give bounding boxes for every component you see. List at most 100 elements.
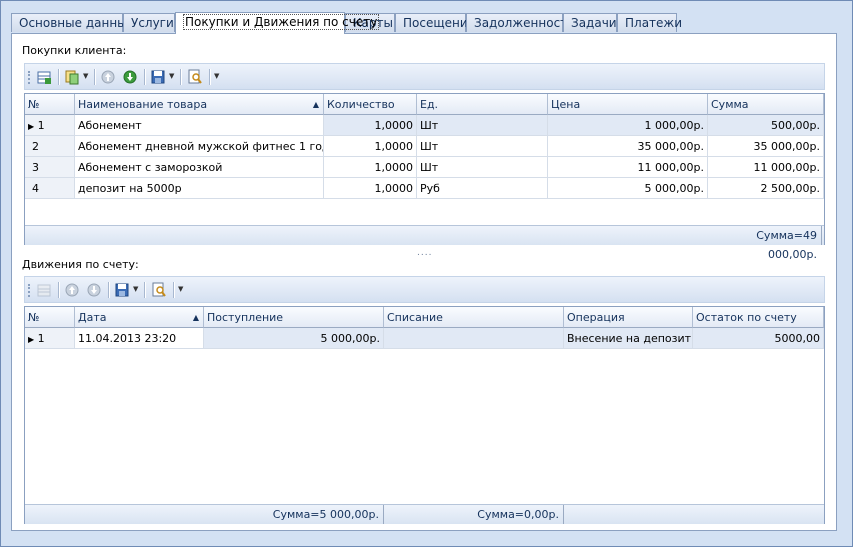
toolbar-grip[interactable] <box>28 284 32 297</box>
arrow-up-icon[interactable] <box>63 281 81 299</box>
cell-name[interactable]: Абонемент с заморозкой <box>75 157 324 178</box>
cell-name[interactable]: Абонемент <box>75 115 324 136</box>
column-header[interactable]: Количество <box>324 94 417 115</box>
tab-label: Покупки и Движения по счету <box>183 14 380 30</box>
tab-tasks[interactable]: Задачи <box>563 13 617 32</box>
table-row[interactable]: 2 Абонемент дневной мужской фитнес 1 год… <box>25 136 824 157</box>
tab-payments[interactable]: Платежи <box>617 13 682 32</box>
column-header[interactable]: № <box>25 94 75 115</box>
save-dropdown-icon[interactable]: ▼ <box>169 72 176 82</box>
cell-price[interactable]: 11 000,00р. <box>548 157 708 178</box>
footer-sum: Сумма=49 000,00р. <box>708 226 822 261</box>
toolbar-separator <box>180 69 182 85</box>
row-number: 3 <box>25 157 75 178</box>
table-row[interactable]: 4 депозит на 5000р 1,0000 Руб 5 000,00р.… <box>25 178 824 199</box>
arrow-down-icon[interactable] <box>85 281 103 299</box>
column-header[interactable]: Цена <box>548 94 708 115</box>
cell-quantity[interactable]: 1,0000 <box>324 157 417 178</box>
cell-income[interactable]: 5 000,00р. <box>204 328 384 349</box>
column-header[interactable]: Операция <box>564 307 693 328</box>
tab-label: Задачи <box>571 16 617 30</box>
tab-label: Основные данные <box>19 16 135 30</box>
column-header[interactable]: Остаток по счету <box>693 307 824 328</box>
tab-page: Покупки клиента: ▼ ▼ ▼ № Наименование то… <box>11 33 837 531</box>
movements-toolbar: ▼ ▼ <box>24 276 825 303</box>
cell-sum[interactable]: 2 500,00р. <box>708 178 824 199</box>
copy-dropdown-icon[interactable]: ▼ <box>83 72 90 82</box>
cell-sum[interactable]: 35 000,00р. <box>708 136 824 157</box>
toolbar-separator <box>144 69 146 85</box>
grid-settings-icon[interactable] <box>35 68 53 86</box>
purchases-grid: № Наименование товара ▲ Количество Ед. Це… <box>24 93 825 261</box>
cell-name[interactable]: депозит на 5000р <box>75 178 324 199</box>
cell-unit[interactable]: Шт <box>417 115 548 136</box>
tab-label: Услуги <box>131 16 174 30</box>
preview-icon[interactable] <box>186 68 204 86</box>
column-header[interactable]: Списание <box>384 307 564 328</box>
cell-unit[interactable]: Шт <box>417 136 548 157</box>
save-icon[interactable] <box>149 68 167 86</box>
cell-writeoff[interactable] <box>384 328 564 349</box>
footer-writeoff-sum: Сумма=0,00р. <box>384 505 564 524</box>
purchases-label: Покупки клиента: <box>22 44 127 57</box>
save-dropdown-icon[interactable]: ▼ <box>133 285 140 295</box>
column-header-date[interactable]: Дата ▲ <box>75 307 204 328</box>
table-row[interactable]: 3 Абонемент с заморозкой 1,0000 Шт 11 00… <box>25 157 824 178</box>
save-icon[interactable] <box>113 281 131 299</box>
arrow-up-icon[interactable] <box>99 68 117 86</box>
toolbar-options-icon[interactable]: ▼ <box>214 72 221 82</box>
row-number-value: 1 <box>37 332 45 345</box>
toolbar-separator <box>108 282 110 298</box>
column-header-name[interactable]: Наименование товара ▲ <box>75 94 324 115</box>
table-row[interactable]: ▶ 1 11.04.2013 23:20 5 000,00р. Внесение… <box>25 328 824 349</box>
cell-sum[interactable]: 11 000,00р. <box>708 157 824 178</box>
cell-price[interactable]: 35 000,00р. <box>548 136 708 157</box>
column-header[interactable]: № <box>25 307 75 328</box>
cell-quantity[interactable]: 1,0000 <box>324 178 417 199</box>
row-number: ▶ 1 <box>25 115 75 136</box>
grid-header-row: № Дата ▲ Поступление Списание Операция Ос… <box>25 307 824 328</box>
grid-settings-icon[interactable] <box>35 281 53 299</box>
movements-grid: № Дата ▲ Поступление Списание Операция Ос… <box>24 306 825 524</box>
toolbar-separator <box>144 282 146 298</box>
tab-purchases-movements[interactable]: Покупки и Движения по счету <box>175 12 380 34</box>
row-number-value: 2 <box>32 140 39 153</box>
row-number-value: 1 <box>37 119 45 132</box>
toolbar-options-icon[interactable]: ▼ <box>178 285 185 295</box>
toolbar-grip[interactable] <box>28 71 32 84</box>
toolbar-separator <box>58 69 60 85</box>
cell-name[interactable]: Абонемент дневной мужской фитнес 1 год +… <box>75 136 324 157</box>
cell-price[interactable]: 5 000,00р. <box>548 178 708 199</box>
toolbar-separator <box>173 282 175 298</box>
column-header-label: Наименование товара <box>78 98 208 111</box>
table-row[interactable]: ▶ 1 Абонемент 1,0000 Шт 1 000,00р. 500,0… <box>25 115 824 136</box>
purchases-toolbar: ▼ ▼ ▼ <box>24 63 825 90</box>
cell-sum[interactable]: 500,00р. <box>708 115 824 136</box>
cell-balance[interactable]: 5000,00 <box>693 328 824 349</box>
tab-visits[interactable]: Посещения <box>395 13 475 32</box>
copy-icon[interactable] <box>63 68 81 86</box>
tab-basic-data[interactable]: Основные данные <box>11 13 134 32</box>
toolbar-separator <box>58 282 60 298</box>
splitter-handle[interactable]: .... <box>417 248 432 258</box>
row-number: 2 <box>25 136 75 157</box>
cell-operation[interactable]: Внесение на депозит <box>564 328 693 349</box>
cell-date[interactable]: 11.04.2013 23:20 <box>75 328 204 349</box>
movements-label: Движения по счету: <box>22 258 139 271</box>
column-header[interactable]: Ед. <box>417 94 548 115</box>
cell-unit[interactable]: Шт <box>417 157 548 178</box>
current-row-icon: ▶ <box>28 122 35 131</box>
column-header[interactable]: Поступление <box>204 307 384 328</box>
preview-icon[interactable] <box>150 281 168 299</box>
sort-ascending-icon: ▲ <box>312 100 319 109</box>
tab-debts[interactable]: Задолженности <box>466 13 575 32</box>
column-header-label: Дата <box>78 311 107 324</box>
cell-quantity[interactable]: 1,0000 <box>324 115 417 136</box>
cell-unit[interactable]: Руб <box>417 178 548 199</box>
column-header[interactable]: Сумма <box>708 94 824 115</box>
cell-quantity[interactable]: 1,0000 <box>324 136 417 157</box>
cell-price[interactable]: 1 000,00р. <box>548 115 708 136</box>
tab-services[interactable]: Услуги <box>123 13 175 32</box>
arrow-down-icon[interactable] <box>121 68 139 86</box>
row-number: ▶ 1 <box>25 328 75 349</box>
